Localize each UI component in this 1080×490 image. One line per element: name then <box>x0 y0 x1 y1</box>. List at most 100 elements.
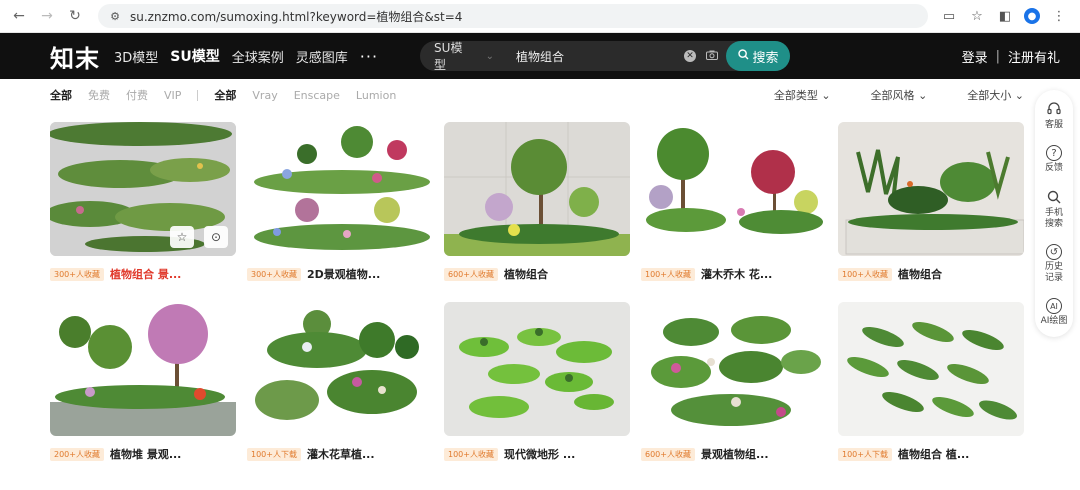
search-category-select[interactable]: SU模型 ⌄ <box>434 39 494 73</box>
login-link[interactable]: 登录 <box>962 47 988 66</box>
model-card[interactable]: ☆ ⊙ 300+人收藏 植物组合 景... <box>50 122 236 282</box>
clear-icon[interactable]: ✕ <box>684 50 697 62</box>
filter-price-paid[interactable]: 付费 <box>126 87 148 103</box>
model-thumbnail[interactable]: ☆ ⊙ <box>50 122 236 256</box>
filter-renderer-vray[interactable]: Vray <box>252 89 277 102</box>
register-link[interactable]: 注册有礼 <box>1008 47 1060 66</box>
popularity-badge: 300+人收藏 <box>50 267 104 281</box>
model-card[interactable]: 300+人收藏 2D景观植物... <box>247 122 433 282</box>
card-title[interactable]: 灌木乔木 花... <box>701 266 772 282</box>
style-dropdown[interactable]: 全部风格 ⌄ <box>871 87 928 103</box>
card-title[interactable]: 植物组合 植... <box>898 446 969 462</box>
sidebar-label: 反馈 <box>1044 163 1063 173</box>
card-title[interactable]: 现代微地形 ... <box>504 446 575 462</box>
model-thumbnail[interactable] <box>247 302 433 436</box>
back-icon[interactable]: ← <box>8 5 30 27</box>
card-title[interactable]: 植物堆 景观... <box>110 446 181 462</box>
model-card[interactable]: 100+人收藏 现代微地形 ... <box>444 302 630 462</box>
model-card[interactable]: 600+人收藏 植物组合 <box>444 122 630 282</box>
model-thumbnail[interactable] <box>444 302 630 436</box>
type-dropdown-label: 全部类型 <box>773 89 818 102</box>
model-thumbnail[interactable] <box>641 302 827 436</box>
sidebar-label: 手机搜索 <box>1044 208 1063 229</box>
popularity-badge: 300+人收藏 <box>247 267 301 281</box>
nav-item-3d-models[interactable]: 3D模型 <box>114 47 158 66</box>
search-category-label: SU模型 <box>434 41 463 72</box>
nav-item-su-models[interactable]: SU模型 <box>170 46 219 66</box>
garden-illustration <box>247 122 433 256</box>
model-thumbnail[interactable] <box>641 122 827 256</box>
help-icon: ? <box>1045 145 1062 161</box>
micro-terrain-illustration <box>444 302 630 436</box>
model-thumbnail[interactable] <box>838 302 1024 436</box>
model-card[interactable]: 100+人收藏 灌木乔木 花... <box>641 122 827 282</box>
size-dropdown[interactable]: 全部大小 ⌄ <box>967 87 1024 103</box>
forward-icon[interactable]: → <box>36 5 58 27</box>
model-thumbnail[interactable] <box>247 122 433 256</box>
sidebar-item-ai-drawing[interactable]: AI AI绘图 <box>1040 298 1068 327</box>
filter-divider <box>197 89 199 101</box>
card-title[interactable]: 景观植物组... <box>701 446 769 462</box>
floating-toolbar: 客服 ? 反馈 手机搜索 ↺ 历史记录 AI AI绘图 <box>1035 90 1073 337</box>
menu-kebab-icon[interactable]: ⋮ <box>1050 7 1068 25</box>
sidebar-item-mobile-search[interactable]: 手机搜索 <box>1042 188 1066 230</box>
more-icon[interactable]: ··· <box>360 47 378 66</box>
camera-search-icon[interactable] <box>706 50 719 63</box>
filter-price-all[interactable]: 全部 <box>50 87 72 103</box>
type-dropdown[interactable]: 全部类型 ⌄ <box>774 87 831 103</box>
sidebar-label: 客服 <box>1044 120 1063 130</box>
card-title[interactable]: 植物组合 <box>504 266 548 282</box>
sidebar-item-support[interactable]: 客服 <box>1045 100 1063 131</box>
sidebar-label: 历史记录 <box>1044 262 1063 283</box>
history-icon: ↺ <box>1046 244 1062 260</box>
popularity-badge: 100+人下载 <box>838 447 892 461</box>
bookmark-star-icon[interactable]: ☆ <box>968 7 986 25</box>
popularity-badge: 100+人下载 <box>247 447 301 461</box>
filter-renderer-all[interactable]: 全部 <box>214 87 236 103</box>
profile-avatar-icon[interactable]: ● <box>1024 8 1040 24</box>
site-settings-icon[interactable]: ⚙ <box>108 7 122 25</box>
search-input[interactable] <box>516 49 685 63</box>
filter-price-free[interactable]: 免费 <box>88 87 110 103</box>
reload-icon[interactable]: ↻ <box>64 5 86 27</box>
sidebar-item-feedback[interactable]: ? 反馈 <box>1045 145 1063 174</box>
model-card[interactable]: 600+人收藏 景观植物组... <box>641 302 827 462</box>
cast-icon[interactable]: ▭ <box>940 7 958 25</box>
model-card[interactable]: 100+人下载 灌木花草植... <box>247 302 433 462</box>
favorite-star-icon[interactable]: ☆ <box>170 226 194 248</box>
model-thumbnail[interactable] <box>838 122 1024 256</box>
search-button-label: 搜索 <box>752 50 779 66</box>
model-card[interactable]: 100+人下载 植物组合 植... <box>838 302 1024 462</box>
style-dropdown-label: 全部风格 <box>870 89 915 102</box>
filter-price-vip[interactable]: VIP <box>164 89 181 102</box>
card-title[interactable]: 灌木花草植... <box>307 446 375 462</box>
results-grid: ☆ ⊙ 300+人收藏 植物组合 景... 300+人收藏 2D景观植物... … <box>50 122 1025 462</box>
sidepanel-icon[interactable]: ◧ <box>996 7 1014 25</box>
sidebar-item-history[interactable]: ↺ 历史记录 <box>1042 244 1066 284</box>
filter-renderer-lumion[interactable]: Lumion <box>356 89 396 102</box>
model-thumbnail[interactable] <box>50 302 236 436</box>
model-card[interactable]: 100+人收藏 植物组合 <box>838 122 1024 282</box>
chevron-down-icon: ⌄ <box>1014 89 1024 102</box>
card-title[interactable]: 植物组合 景... <box>110 266 181 282</box>
search-button[interactable]: 搜索 <box>726 41 791 71</box>
shrubs-illustration <box>247 302 433 436</box>
main-nav: 3D模型 SU模型 全球案例 灵感图库 ··· <box>114 46 378 66</box>
browser-toolbar: ← → ↻ ⚙ su.znzmo.com/sumoxing.html?keywo… <box>0 0 1080 33</box>
url-text: su.znzmo.com/sumoxing.html?keyword=植物组合&… <box>130 9 463 24</box>
sidebar-label: AI绘图 <box>1040 316 1068 326</box>
model-card[interactable]: 200+人收藏 植物堆 景观... <box>50 302 236 462</box>
address-bar[interactable]: ⚙ su.znzmo.com/sumoxing.html?keyword=植物组… <box>98 4 928 28</box>
filter-renderer-enscape[interactable]: Enscape <box>294 89 340 102</box>
planter-illustration <box>838 122 1024 256</box>
site-logo[interactable]: 知末 <box>50 39 100 74</box>
popularity-badge: 100+人收藏 <box>838 267 892 281</box>
popularity-badge: 100+人收藏 <box>444 447 498 461</box>
image-search-icon[interactable]: ⊙ <box>204 226 228 248</box>
headset-icon <box>1045 100 1063 118</box>
card-title[interactable]: 2D景观植物... <box>307 266 380 282</box>
model-thumbnail[interactable] <box>444 122 630 256</box>
nav-item-global-cases[interactable]: 全球案例 <box>232 47 284 66</box>
nav-item-inspiration[interactable]: 灵感图库 <box>296 47 348 66</box>
card-title[interactable]: 植物组合 <box>898 266 942 282</box>
